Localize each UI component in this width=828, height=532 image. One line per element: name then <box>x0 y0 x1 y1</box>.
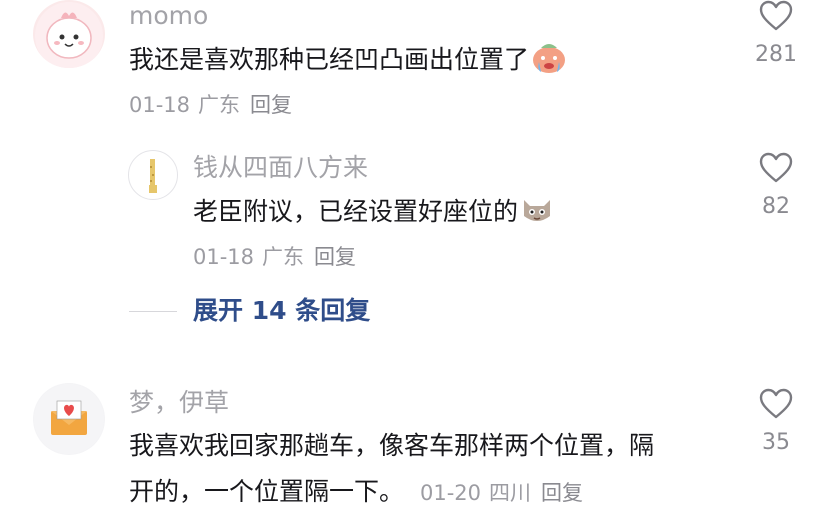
comment-username[interactable]: momo <box>129 1 208 31</box>
comment-date: 01-18 <box>129 93 191 117</box>
like-count: 82 <box>762 194 790 219</box>
comment-meta: 01-20 四川 回复 <box>420 481 583 505</box>
envelope-heart-avatar-icon <box>34 384 104 454</box>
reply-meta: 01-18 广东 回复 <box>193 244 356 270</box>
giraffe-avatar-icon <box>149 159 157 193</box>
heart-outline-icon <box>759 388 793 419</box>
comment-text: 我还是喜欢那种已经凹凸画出位置了 <box>129 42 567 82</box>
reply-username[interactable]: 钱从四面八方来 <box>193 153 368 183</box>
cat-face-emoji-icon <box>520 194 554 234</box>
reply-text: 老臣附议，已经设置好座位的 <box>193 194 554 234</box>
reply-date: 01-18 <box>193 245 255 269</box>
like-button[interactable]: 281 <box>746 0 806 68</box>
like-button[interactable]: 35 <box>746 388 806 456</box>
expand-replies-button[interactable]: 展开 14 条回复 <box>193 296 370 326</box>
heart-outline-icon <box>759 152 793 183</box>
comment-date: 01-20 <box>419 481 481 505</box>
comment-text-line2-body: 开的，一个位置隔一下。 <box>129 477 405 506</box>
pink-bunny-avatar-icon <box>35 2 103 68</box>
reply-button[interactable]: 回复 <box>541 481 583 505</box>
comment-text-body: 我还是喜欢那种已经凹凸画出位置了 <box>129 45 530 74</box>
avatar[interactable] <box>33 0 105 68</box>
avatar[interactable] <box>33 383 105 455</box>
like-button[interactable]: 82 <box>746 152 806 220</box>
comment-location: 四川 <box>489 481 531 505</box>
comment-meta: 01-18 广东 回复 <box>129 92 292 118</box>
comment-username[interactable]: 梦，伊草 <box>129 388 229 418</box>
reply-button[interactable]: 回复 <box>314 245 356 269</box>
reply-text-body: 老臣附议，已经设置好座位的 <box>193 197 519 226</box>
expand-divider <box>129 311 177 312</box>
reply-location: 广东 <box>262 245 305 269</box>
comment-text-line1: 我喜欢我回家那趟车，像客车那样两个位置，隔 <box>129 431 655 460</box>
comment-text-line2: 开的，一个位置隔一下。 01-20 四川 回复 <box>129 476 583 508</box>
comment-location: 广东 <box>198 93 241 117</box>
heart-outline-icon <box>759 0 793 31</box>
like-count: 35 <box>762 430 790 455</box>
avatar[interactable] <box>128 150 178 200</box>
like-count: 281 <box>755 42 797 67</box>
reply-button[interactable]: 回复 <box>250 93 292 117</box>
crying-face-emoji-icon <box>531 42 567 82</box>
